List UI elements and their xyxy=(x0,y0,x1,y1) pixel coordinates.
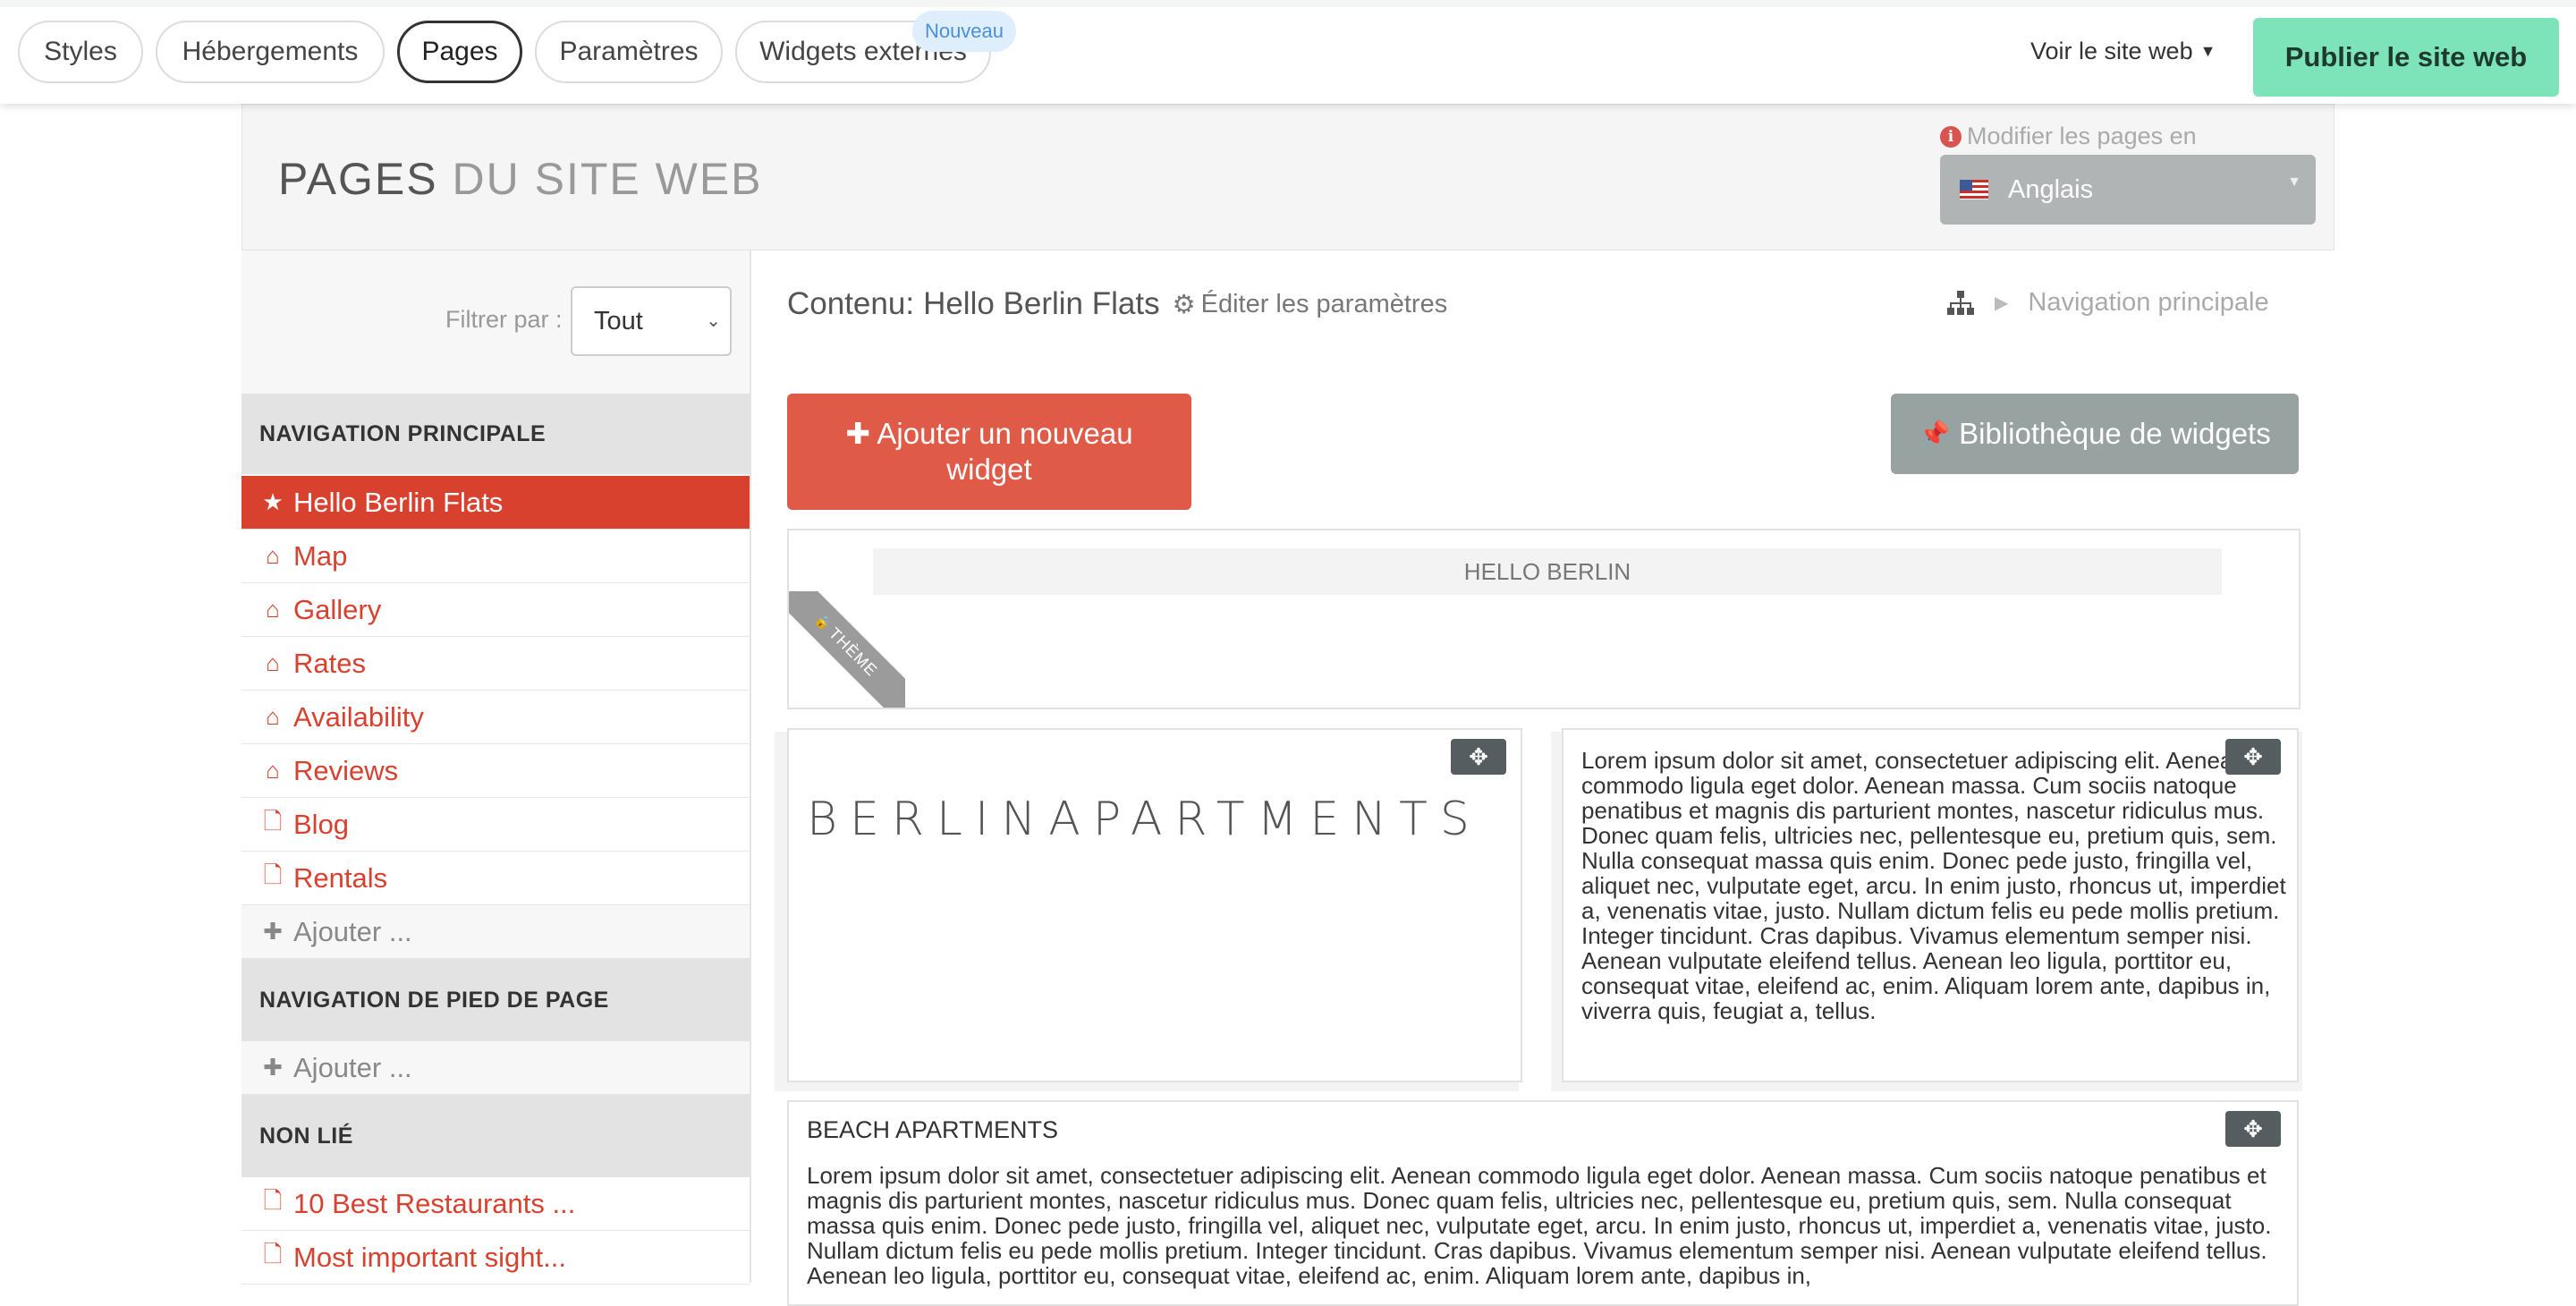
tab-styles[interactable]: Styles xyxy=(18,21,143,83)
page-header: PAGES DU SITE WEB i Modifier les pages e… xyxy=(242,104,2334,250)
breadcrumb-item[interactable]: Navigation principale xyxy=(2028,288,2268,318)
sidebar-item-gallery[interactable]: ⌂ Gallery xyxy=(242,583,750,637)
add-page-footer-nav[interactable]: ✚ Ajouter ... xyxy=(242,1041,750,1095)
home-icon: ⌂ xyxy=(266,703,280,730)
sidebar-item-10-best-restaurants[interactable]: 🗋 10 Best Restaurants ... xyxy=(242,1177,750,1231)
star-icon: ★ xyxy=(262,488,284,515)
sidebar-item-label: Availability xyxy=(293,700,424,733)
edit-settings-label: Éditer les paramètres xyxy=(1200,289,1448,318)
beach-apartments-widget[interactable]: BEACH APARTMENTS Lorem ipsum dolor sit a… xyxy=(787,1100,2299,1306)
text-widget[interactable]: Lorem ipsum dolor sit amet, consectetuer… xyxy=(1562,728,2299,1082)
sidebar: Filtrer par : Tout ⌄ NAVIGATION PRINCIPA… xyxy=(242,250,751,1285)
sidebar-item-label: Most important sight... xyxy=(293,1241,566,1273)
gear-icon: ⚙ xyxy=(1172,290,1196,319)
caret-down-icon: ▼ xyxy=(2287,174,2301,190)
sidebar-item-availability[interactable]: ⌂ Availability xyxy=(242,691,750,744)
sidebar-item-most-important-sights[interactable]: 🗋 Most important sight... xyxy=(242,1231,750,1285)
sidebar-item-label: Blog xyxy=(293,808,350,840)
filter-value: Tout xyxy=(594,306,643,335)
filter-label: Filtrer par : xyxy=(445,306,563,333)
top-toolbar: Styles Hébergements Pages Paramètres Wid… xyxy=(0,0,2576,104)
plus-icon: ✚ xyxy=(845,417,871,450)
file-icon: 🗋 xyxy=(263,1186,283,1214)
sidebar-item-label: Map xyxy=(293,539,348,572)
sidebar-item-blog[interactable]: 🗋 Blog xyxy=(242,798,750,852)
sidebar-item-hello-berlin-flats[interactable]: ★ Hello Berlin Flats xyxy=(242,476,750,530)
file-icon: 🗋 xyxy=(263,807,283,835)
section-footer-navigation: NAVIGATION DE PIED DE PAGE xyxy=(242,959,750,1041)
page-title-light: DU SITE WEB xyxy=(452,154,763,204)
breadcrumb-separator-icon: ▶ xyxy=(1995,293,2009,313)
beach-apartments-body: Lorem ipsum dolor sit amet, consectetuer… xyxy=(807,1162,2272,1289)
filter-select[interactable]: Tout ⌄ xyxy=(571,286,732,356)
add-page-main-nav[interactable]: ✚ Ajouter ... xyxy=(242,905,750,959)
sidebar-item-map[interactable]: ⌂ Map xyxy=(242,530,750,583)
section-main-navigation: NAVIGATION PRINCIPALE xyxy=(242,394,750,474)
language-select[interactable]: Anglais ▼ xyxy=(1940,155,2316,225)
hello-berlin-bar: HELLO BERLIN xyxy=(873,548,2222,595)
tab-pages[interactable]: Pages xyxy=(397,21,522,83)
theme-ribbon: 🔒 THÈME xyxy=(789,591,905,708)
tab-hebergements[interactable]: Hébergements xyxy=(156,21,385,83)
publish-button[interactable]: Publier le site web xyxy=(2253,18,2559,97)
add-widget-button[interactable]: ✚ Ajouter un nouveau widget xyxy=(787,394,1191,510)
sidebar-item-rates[interactable]: ⌂ Rates xyxy=(242,637,750,691)
pin-icon: 📌 xyxy=(1919,420,1951,448)
view-site-dropdown[interactable]: Voir le site web ▼ xyxy=(2030,38,2216,65)
logo-text: BERLINAPARTMENTS xyxy=(807,793,1482,846)
theme-ribbon-label: 🔒 THÈME xyxy=(789,591,905,708)
page-title-dark: PAGES xyxy=(278,154,438,204)
sidebar-item-rentals[interactable]: 🗋 Rentals xyxy=(242,852,750,905)
us-flag-icon xyxy=(1960,180,1988,199)
move-icon[interactable]: ✥ xyxy=(2225,739,2281,775)
sidebar-item-reviews[interactable]: ⌂ Reviews xyxy=(242,744,750,798)
home-icon: ⌂ xyxy=(266,596,280,623)
plus-icon: ✚ xyxy=(263,1054,283,1081)
home-icon: ⌂ xyxy=(266,649,280,676)
text-widget-body: Lorem ipsum dolor sit amet, consectetuer… xyxy=(1581,747,2286,1024)
page-title: PAGES DU SITE WEB xyxy=(278,153,763,205)
tab-parametres[interactable]: Paramètres xyxy=(535,21,723,83)
caret-down-icon: ▼ xyxy=(2199,42,2216,60)
sidebar-item-label: Gallery xyxy=(293,593,382,625)
content-prefix: Contenu: xyxy=(787,286,915,321)
plus-icon: ✚ xyxy=(263,918,283,945)
theme-header-widget[interactable]: HELLO BERLIN 🔒 THÈME xyxy=(787,529,2301,709)
move-icon[interactable]: ✥ xyxy=(2225,1111,2281,1147)
move-icon[interactable]: ✥ xyxy=(1451,739,1506,775)
edit-settings-link[interactable]: ⚙ Éditer les paramètres xyxy=(1173,289,1448,320)
breadcrumb: ▶ Navigation principale xyxy=(1946,288,2269,318)
theme-ribbon-text: THÈME xyxy=(826,623,882,680)
add-label: Ajouter ... xyxy=(293,915,412,947)
file-icon: 🗋 xyxy=(263,861,283,888)
add-widget-label: ✚ Ajouter un nouveau widget xyxy=(810,416,1168,488)
language-value: Anglais xyxy=(2008,174,2094,204)
sidebar-item-label: Rates xyxy=(293,647,366,679)
content-page-name: Hello Berlin Flats xyxy=(923,286,1160,321)
view-site-label: Voir le site web xyxy=(2030,38,2193,64)
sitemap-icon[interactable] xyxy=(1946,290,1975,316)
section-unlinked: NON LIÉ xyxy=(242,1095,750,1177)
sidebar-item-label: 10 Best Restaurants ... xyxy=(293,1187,576,1219)
beach-apartments-title: BEACH APARTMENTS xyxy=(807,1116,1059,1143)
language-label-text: Modifier les pages en xyxy=(1967,123,2197,149)
sidebar-item-label: Hello Berlin Flats xyxy=(293,486,504,518)
sidebar-item-label: Reviews xyxy=(293,754,399,786)
info-icon: i xyxy=(1940,125,1962,148)
sidebar-item-label: Rentals xyxy=(293,861,388,894)
chevron-down-icon: ⌄ xyxy=(706,311,721,331)
content-title: Contenu: Hello Berlin Flats ⚙ Éditer les… xyxy=(787,286,1447,322)
widget-library-button[interactable]: 📌 Bibliothèque de widgets xyxy=(1891,394,2299,474)
add-label: Ajouter ... xyxy=(293,1051,412,1083)
language-label: i Modifier les pages en xyxy=(1940,123,2197,150)
add-widget-text: Ajouter un nouveau widget xyxy=(877,417,1133,486)
home-icon: ⌂ xyxy=(266,757,280,784)
home-icon: ⌂ xyxy=(266,542,280,569)
logo-widget[interactable]: BERLINAPARTMENTS ✥ xyxy=(787,728,1522,1082)
file-icon: 🗋 xyxy=(263,1240,283,1268)
new-badge: Nouveau xyxy=(912,11,1016,52)
widget-library-label: Bibliothèque de widgets xyxy=(1959,417,2271,450)
